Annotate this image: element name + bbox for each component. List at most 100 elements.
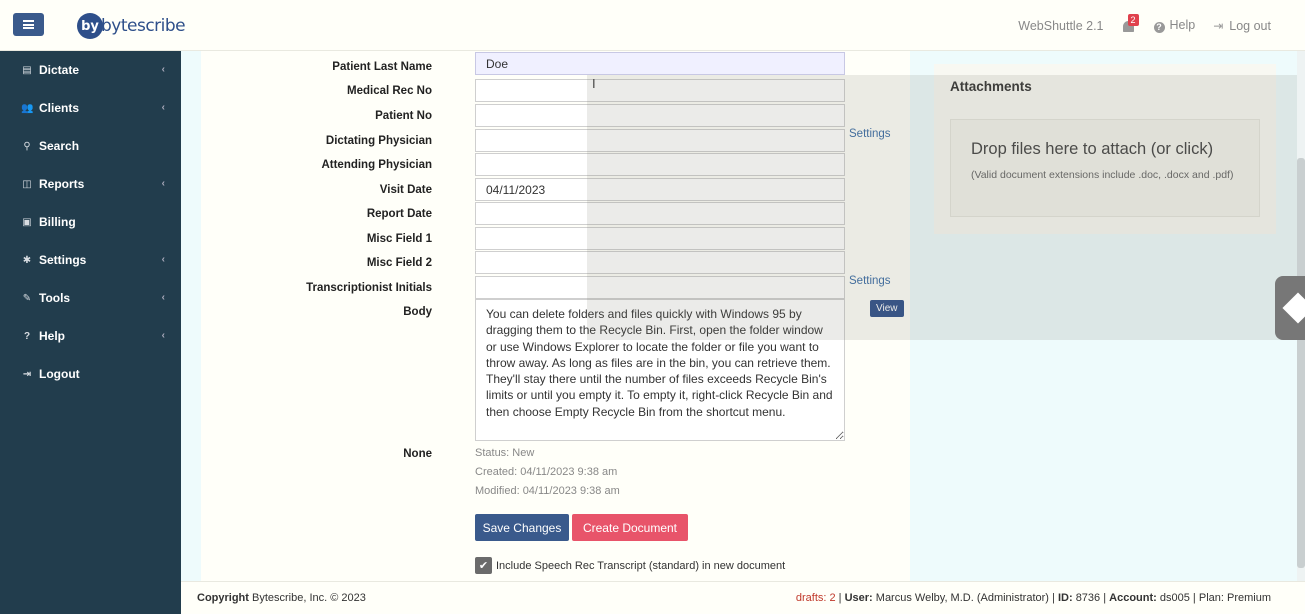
chevron-left-icon: ‹	[161, 254, 165, 265]
chevron-left-icon: ‹	[161, 178, 165, 189]
plan-text: Plan: Premium	[1198, 592, 1271, 604]
field-input[interactable]	[475, 202, 845, 225]
sidebar-item-label: Help	[39, 329, 66, 343]
field-input[interactable]	[475, 79, 845, 102]
logo-text: bytescribe	[101, 16, 186, 36]
chevron-left-icon: ‹	[161, 330, 165, 341]
field-label: Patient No	[375, 110, 432, 122]
sidebar-item-clients[interactable]: 👥 Clients ‹	[0, 89, 181, 127]
drafts-count[interactable]: drafts: 2	[796, 592, 836, 604]
created-text: Created: 04/11/2023 9:38 am	[475, 466, 618, 478]
field-input[interactable]	[475, 104, 845, 127]
field-label: Visit Date	[379, 184, 432, 196]
search-icon: ⚲	[23, 140, 31, 152]
sidebar-item-label: Dictate	[39, 63, 80, 77]
field-label: Attending Physician	[321, 159, 432, 171]
copyright-label: Copyright	[197, 592, 249, 604]
sidebar-item-label: Reports	[39, 177, 85, 191]
user-value: Marcus Welby, M.D. (Administrator)	[875, 592, 1049, 604]
save-changes-button[interactable]: Save Changes	[475, 514, 569, 541]
sidebar-item-dictate[interactable]: ▤ Dictate ‹	[0, 51, 181, 89]
logo-disc: by	[77, 13, 103, 39]
logout-link[interactable]: ⇥ Log out	[1213, 19, 1271, 33]
help-label: Help	[1169, 18, 1196, 32]
field-input[interactable]: Doe	[475, 52, 845, 75]
file-icon: ▤	[22, 64, 32, 76]
app-version: WebShuttle 2.1	[1018, 18, 1104, 33]
status-text: Status: New	[475, 447, 535, 459]
sidebar-item-settings[interactable]: ✱ Settings ‹	[0, 241, 181, 279]
form-row: Misc Field 2	[201, 251, 910, 275]
field-label: Misc Field 1	[366, 233, 432, 245]
field-input[interactable]	[475, 227, 845, 250]
gear-icon: ✱	[22, 254, 32, 266]
form-row: Patient Last Name Doe	[201, 52, 910, 79]
sidebar-item-label: Logout	[39, 367, 80, 381]
sidebar-item-label: Settings	[39, 253, 87, 267]
billing-icon: ▣	[22, 216, 32, 228]
logout-icon: ⇥	[22, 368, 32, 380]
top-bar: by bytescribe WebShuttle 2.1 2 ? Help ⇥ Lo…	[0, 0, 1305, 51]
file-dropzone[interactable]: Drop files here to attach (or click) (Va…	[950, 119, 1260, 217]
modified-text: Modified: 04/11/2023 9:38 am	[475, 485, 620, 497]
sidebar-item-label: Billing	[39, 215, 76, 229]
sidebar-item-tools[interactable]: ✎ Tools ‹	[0, 279, 181, 317]
notifications-button[interactable]: 2	[1122, 13, 1139, 34]
field-input[interactable]	[475, 251, 845, 274]
top-right-nav: WebShuttle 2.1 2 ? Help ⇥ Log out	[1018, 0, 1271, 51]
chevron-left-icon: ‹	[161, 64, 165, 75]
users-icon: 👥	[21, 102, 34, 114]
sidebar-item-label: Tools	[39, 291, 71, 305]
sidebar-item-label: Search	[39, 139, 80, 153]
field-input[interactable]	[475, 276, 845, 299]
include-transcript-checkbox[interactable]: ✔	[475, 557, 492, 574]
wrench-icon: ✎	[22, 292, 32, 304]
footer-user-info: drafts: 2 | User: Marcus Welby, M.D. (Ad…	[795, 592, 1271, 604]
sidebar-item-billing[interactable]: ▣ Billing	[0, 203, 181, 241]
body-label: Body	[403, 306, 432, 318]
main-content: Settings Settings View None Status: New …	[181, 51, 1305, 581]
include-transcript-label: Include Speech Rec Transcript (standard)…	[496, 559, 786, 572]
form-row: Report Date	[201, 202, 910, 226]
sidebar: ▤ Dictate ‹ 👥 Clients ‹ ⚲ Search ◫ Reports ‹ ▣ Billi…	[0, 51, 181, 614]
scrollbar-thumb[interactable]	[1297, 158, 1305, 568]
sidebar-item-help[interactable]: ? Help ‹	[0, 317, 181, 355]
form-row: Attending Physician	[201, 153, 910, 177]
hamburger-icon	[23, 20, 34, 29]
form-row: Medical Rec No	[201, 79, 910, 103]
field-label: Report Date	[366, 208, 432, 220]
dropzone-hint: (Valid document extensions include .doc,…	[971, 169, 1234, 181]
footer-copyright: Copyright Bytescribe, Inc. © 2023	[197, 592, 366, 604]
help-icon: ?	[23, 330, 31, 342]
menu-toggle-button[interactable]	[13, 13, 44, 36]
include-transcript-row: ✔ Include Speech Rec Transcript (standar…	[475, 557, 785, 574]
side-drawer-handle[interactable]	[1275, 276, 1305, 340]
field-label: Medical Rec No	[347, 85, 432, 97]
field-label: Transcriptionist Initials	[306, 282, 432, 294]
sidebar-item-reports[interactable]: ◫ Reports ‹	[0, 165, 181, 203]
form-row: Misc Field 1	[201, 227, 910, 251]
field-input[interactable]	[475, 153, 845, 176]
field-label: Dictating Physician	[325, 135, 432, 147]
chevron-left-icon: ‹	[161, 102, 165, 113]
field-label: Misc Field 2	[366, 257, 432, 269]
body-textarea[interactable]	[475, 299, 845, 441]
diamond-icon	[1282, 292, 1305, 324]
id-label: ID:	[1057, 592, 1073, 604]
chevron-left-icon: ‹	[161, 292, 165, 303]
document-form: Settings Settings View None Status: New …	[201, 51, 910, 581]
help-link[interactable]: ? Help	[1153, 18, 1196, 33]
field-input[interactable]	[475, 129, 845, 152]
notification-badge: 2	[1127, 13, 1139, 26]
create-document-button[interactable]: Create Document	[572, 514, 688, 541]
text-cursor-icon: I	[592, 76, 596, 91]
sidebar-item-logout[interactable]: ⇥ Logout	[0, 355, 181, 393]
logo[interactable]: by bytescribe	[77, 13, 186, 39]
logout-label: Log out	[1229, 18, 1271, 33]
field-input[interactable]: 04/11/2023	[475, 178, 845, 201]
field-label: Patient Last Name	[332, 61, 432, 73]
sidebar-item-search[interactable]: ⚲ Search	[0, 127, 181, 165]
form-row: Visit Date 04/11/2023	[201, 178, 910, 202]
view-button[interactable]: View	[870, 300, 904, 317]
user-label: User:	[844, 592, 873, 604]
